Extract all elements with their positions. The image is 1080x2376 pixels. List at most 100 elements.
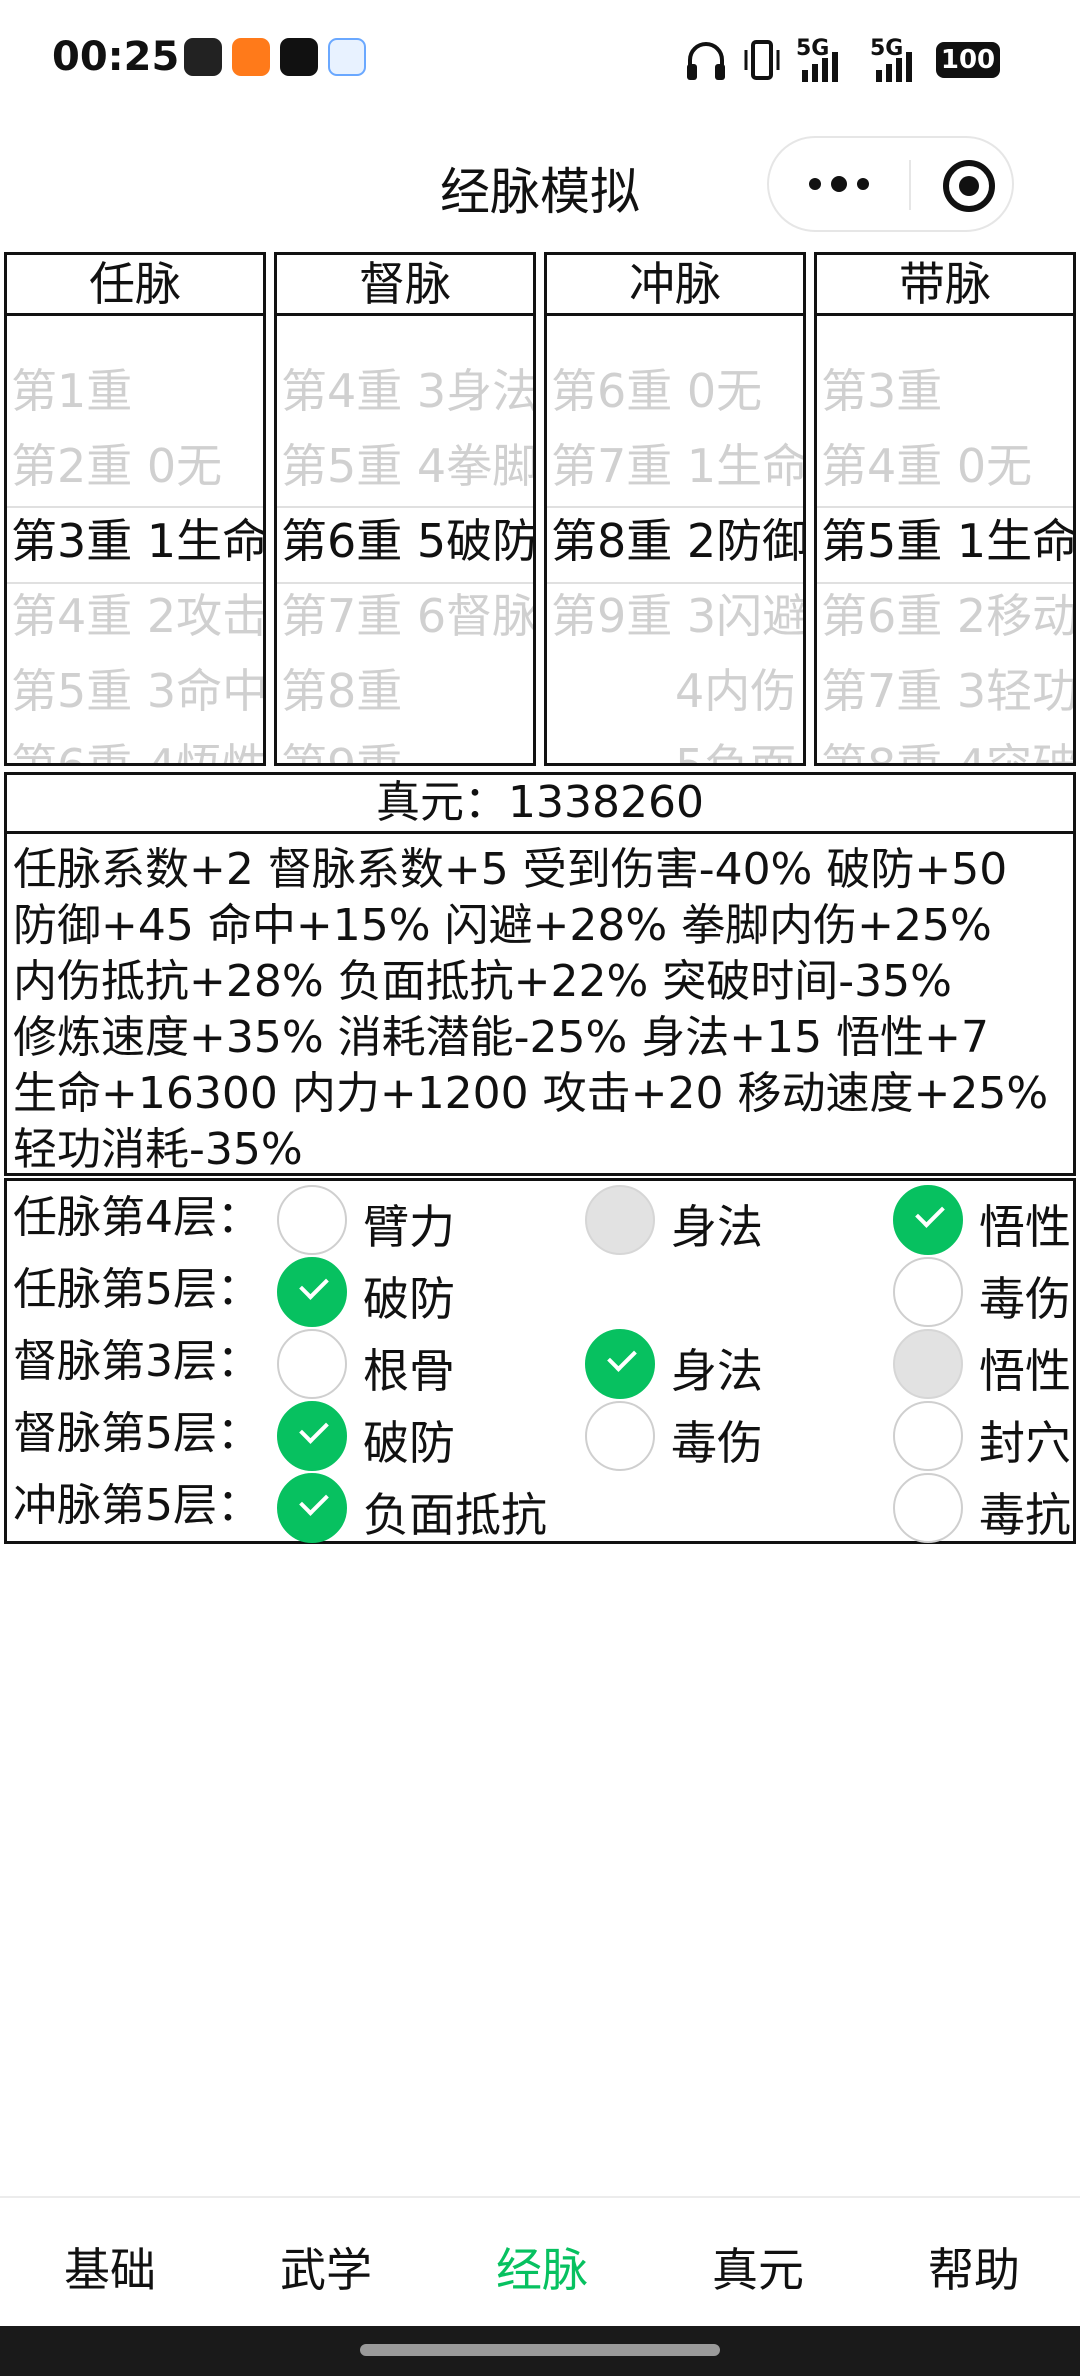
radio-checked[interactable] bbox=[277, 1257, 347, 1327]
effect-line: 生命+16300 内力+1200 攻击+20 移动速度+25% bbox=[13, 1068, 1049, 1119]
tab-meridians[interactable]: 经脉 bbox=[496, 2234, 588, 2300]
option-label[interactable]: 悟性 bbox=[979, 1191, 1071, 1257]
picker-item[interactable]: 第4重 2攻击 bbox=[11, 579, 263, 654]
picker-item[interactable]: 第8重 4突破 bbox=[821, 729, 1073, 763]
option-level-label: 冲脉第5层： bbox=[13, 1480, 261, 1531]
checkmark-icon bbox=[299, 1270, 329, 1300]
picker-item[interactable]: 第5重 4拳脚 bbox=[281, 429, 533, 504]
checkmark-icon bbox=[915, 1198, 945, 1228]
picker-column[interactable]: 冲脉 第6重 0无 第7重 1生命 第8重 2防御 第9重 3闪避 4内伤 5负面 bbox=[544, 252, 806, 766]
picker-item[interactable]: 第2重 0无 bbox=[11, 429, 263, 504]
status-time: 00:25 bbox=[52, 34, 180, 80]
picker-item[interactable]: 第9重 3闪避 bbox=[551, 579, 803, 654]
signal-icon bbox=[876, 52, 912, 82]
radio-option[interactable] bbox=[585, 1401, 655, 1471]
effect-line: 轻功消耗-35% bbox=[13, 1124, 303, 1175]
vibrate-icon bbox=[744, 40, 780, 80]
radio-option[interactable] bbox=[893, 1401, 963, 1471]
picker-column[interactable]: 带脉 第3重 第4重 0无 第5重 1生命 第6重 2移动 第7重 3轻功 第8重 4突破 bbox=[814, 252, 1076, 766]
option-label[interactable]: 臂力 bbox=[363, 1191, 455, 1257]
radio-checked[interactable] bbox=[893, 1185, 963, 1255]
tab-bar: 基础 武学 经脉 真元 帮助 bbox=[0, 2196, 1080, 2328]
option-label[interactable]: 悟性 bbox=[979, 1335, 1071, 1401]
picker-item[interactable]: 第6重 2移动 bbox=[821, 579, 1073, 654]
picker-item[interactable]: 第6重 4悟性 bbox=[11, 729, 263, 763]
checkmark-icon bbox=[299, 1414, 329, 1444]
target-close-icon[interactable] bbox=[941, 158, 997, 214]
picker-item[interactable]: 第6重 0无 bbox=[551, 354, 803, 429]
effect-line: 任脉系数+2 督脉系数+5 受到伤害-40% 破防+50 bbox=[13, 844, 1008, 895]
picker-column[interactable]: 督脉 第4重 3身法 第5重 4拳脚 第6重 5破防 第7重 6督脉 第8重 第9重 bbox=[274, 252, 536, 766]
meridian-options: 任脉第4层： 臂力 身法 悟性 任脉第5层： 破防 毒伤 督脉第3层： 根骨 身法 悟性 督脉第5层：… bbox=[4, 1178, 1076, 1544]
option-level-label: 督脉第5层： bbox=[13, 1408, 261, 1459]
picker-item[interactable]: 第3重 bbox=[821, 354, 1073, 429]
picker-viewport[interactable]: 第1重 第2重 0无 第3重 1生命 第4重 2攻击 第5重 3命中 第6重 4悟性 bbox=[7, 316, 263, 763]
picker-item[interactable]: 第9重 bbox=[281, 729, 533, 763]
app-notification-icon bbox=[184, 38, 222, 76]
picker-header: 督脉 bbox=[277, 255, 533, 316]
picker-item[interactable]: 第8重 bbox=[281, 654, 533, 729]
picker-viewport[interactable]: 第4重 3身法 第5重 4拳脚 第6重 5破防 第7重 6督脉 第8重 第9重 bbox=[277, 316, 533, 763]
picker-selected-item[interactable]: 第8重 2防御 bbox=[551, 504, 803, 579]
checkmark-icon bbox=[607, 1342, 637, 1372]
radio-checked[interactable] bbox=[277, 1401, 347, 1471]
option-level-label: 任脉第4层： bbox=[13, 1192, 261, 1243]
option-label[interactable]: 负面抵抗 bbox=[363, 1479, 547, 1545]
picker-header: 带脉 bbox=[817, 255, 1073, 316]
picker-selected-item[interactable]: 第3重 1生命 bbox=[11, 504, 263, 579]
radio-option[interactable] bbox=[277, 1329, 347, 1399]
tab-zhenyuan[interactable]: 真元 bbox=[712, 2234, 804, 2300]
option-label[interactable]: 毒伤 bbox=[979, 1263, 1071, 1329]
picker-column[interactable]: 任脉 第1重 第2重 0无 第3重 1生命 第4重 2攻击 第5重 3命中 第6重 4悟性 bbox=[4, 252, 266, 766]
picker-item[interactable]: 5负面 bbox=[675, 729, 803, 763]
home-indicator[interactable] bbox=[360, 2344, 720, 2356]
picker-item[interactable]: 第4重 3身法 bbox=[281, 354, 533, 429]
headphones-icon bbox=[687, 42, 725, 80]
option-level-label: 督脉第3层： bbox=[13, 1336, 261, 1387]
option-label[interactable]: 封穴 bbox=[979, 1407, 1071, 1473]
option-label[interactable]: 根骨 bbox=[363, 1335, 455, 1401]
effect-line: 修炼速度+35% 消耗潜能-25% 身法+15 悟性+7 bbox=[13, 1012, 990, 1063]
tiktok-icon bbox=[280, 38, 318, 76]
signal-icon bbox=[802, 52, 838, 82]
picker-item[interactable]: 第4重 0无 bbox=[821, 429, 1073, 504]
tab-basic[interactable]: 基础 bbox=[64, 2234, 156, 2300]
picker-item[interactable]: 第7重 1生命 bbox=[551, 429, 803, 504]
picker-item[interactable]: 第5重 3命中 bbox=[11, 654, 263, 729]
option-level-label: 任脉第5层： bbox=[13, 1264, 261, 1315]
checkmark-icon bbox=[299, 1486, 329, 1516]
option-label[interactable]: 破防 bbox=[363, 1407, 455, 1473]
picker-item[interactable]: 第7重 3轻功 bbox=[821, 654, 1073, 729]
app-notification-icon bbox=[232, 38, 270, 76]
radio-option[interactable] bbox=[893, 1473, 963, 1543]
picker-viewport[interactable]: 第6重 0无 第7重 1生命 第8重 2防御 第9重 3闪避 4内伤 5负面 bbox=[547, 316, 803, 763]
option-label[interactable]: 破防 bbox=[363, 1263, 455, 1329]
picker-viewport[interactable]: 第3重 第4重 0无 第5重 1生命 第6重 2移动 第7重 3轻功 第8重 4突破 bbox=[817, 316, 1073, 763]
effect-line: 内伤抵抗+28% 负面抵抗+22% 突破时间-35% bbox=[13, 956, 952, 1007]
picker-header: 任脉 bbox=[7, 255, 263, 316]
option-label[interactable]: 毒伤 bbox=[671, 1407, 763, 1473]
tab-help[interactable]: 帮助 bbox=[928, 2234, 1020, 2300]
picker-item[interactable]: 第1重 bbox=[11, 354, 263, 429]
picker-selected-item[interactable]: 第5重 1生命 bbox=[821, 504, 1073, 579]
zhenyuan-summary: 真元：1338260 任脉系数+2 督脉系数+5 受到伤害-40% 破防+50 … bbox=[4, 772, 1076, 1176]
status-bar: 00:25 5G 5G 100 bbox=[0, 0, 1080, 120]
picker-item[interactable]: 第7重 6督脉 bbox=[281, 579, 533, 654]
option-label[interactable]: 身法 bbox=[671, 1335, 763, 1401]
tab-martial-arts[interactable]: 武学 bbox=[280, 2234, 372, 2300]
app-notification-icon bbox=[328, 38, 366, 76]
option-label[interactable]: 身法 bbox=[671, 1191, 763, 1257]
picker-selected-item[interactable]: 第6重 5破防 bbox=[281, 504, 533, 579]
capsule-divider bbox=[909, 160, 911, 210]
battery-icon: 100 bbox=[936, 42, 1000, 78]
radio-checked[interactable] bbox=[277, 1473, 347, 1543]
mini-program-capsule bbox=[767, 136, 1014, 232]
picker-item[interactable]: 4内伤 bbox=[675, 654, 803, 729]
option-label[interactable]: 毒抗 bbox=[979, 1479, 1071, 1545]
radio-checked[interactable] bbox=[585, 1329, 655, 1399]
radio-option[interactable] bbox=[893, 1257, 963, 1327]
more-dots-icon[interactable] bbox=[807, 168, 871, 200]
zhenyuan-total: 真元：1338260 bbox=[7, 775, 1073, 834]
effect-line: 防御+45 命中+15% 闪避+28% 拳脚内伤+25% bbox=[13, 900, 992, 951]
radio-option[interactable] bbox=[277, 1185, 347, 1255]
